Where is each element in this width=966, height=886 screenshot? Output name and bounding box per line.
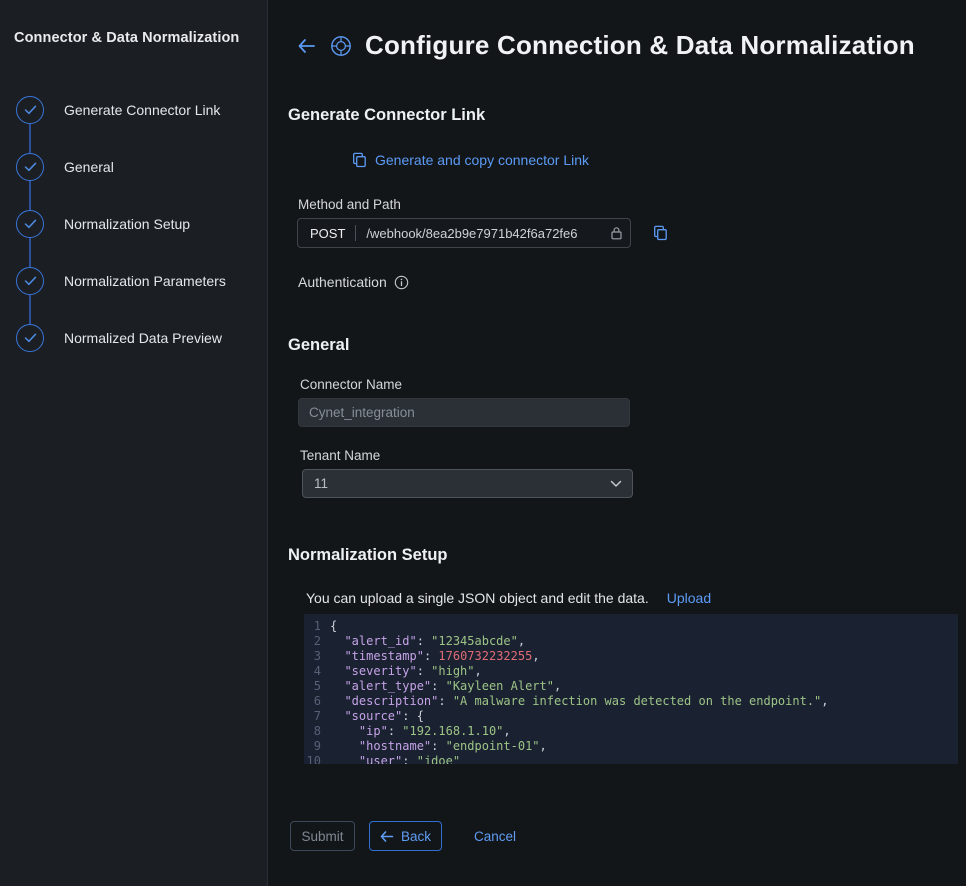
step-label: Normalized Data Preview: [64, 330, 222, 346]
sidebar-title: Connector & Data Normalization: [14, 30, 253, 46]
info-icon[interactable]: [394, 275, 409, 290]
back-arrow-icon[interactable]: [297, 38, 317, 54]
stepper-step[interactable]: Normalization Parameters: [16, 267, 253, 324]
step-check-icon: [16, 210, 44, 238]
code-line: 9 "hostname": "endpoint-01",: [304, 739, 958, 754]
submit-button[interactable]: Submit: [290, 821, 355, 851]
section-heading-generate-connector-link: Generate Connector Link: [288, 106, 966, 125]
webhook-path: /webhook/8ea2b9e7971b42f6a72fe6: [366, 226, 609, 241]
step-check-icon: [16, 324, 44, 352]
code-line: 6 "description": "A malware infection wa…: [304, 694, 958, 709]
line-number: 3: [304, 649, 330, 664]
stepper-step[interactable]: General: [16, 153, 253, 210]
tenant-name-select[interactable]: 11: [302, 469, 633, 498]
step-label: Generate Connector Link: [64, 102, 220, 118]
page-title: Configure Connection & Data Normalizatio…: [365, 30, 915, 61]
line-number: 6: [304, 694, 330, 709]
back-button-arrow-icon: [380, 831, 394, 842]
code-line: 4 "severity": "high",: [304, 664, 958, 679]
footer-buttons: Submit Back Cancel: [290, 821, 966, 851]
chevron-down-icon: [610, 480, 622, 488]
page-header: Configure Connection & Data Normalizatio…: [297, 30, 966, 61]
line-number: 9: [304, 739, 330, 754]
http-method: POST: [310, 226, 345, 241]
back-button-label: Back: [401, 829, 431, 844]
upload-link[interactable]: Upload: [667, 590, 711, 606]
line-number: 7: [304, 709, 330, 724]
line-number: 5: [304, 679, 330, 694]
section-heading-general: General: [288, 336, 966, 355]
line-number: 8: [304, 724, 330, 739]
authentication-row: Authentication: [298, 274, 966, 290]
app-window: Connector & Data Normalization Generate …: [0, 0, 966, 886]
connector-name-input[interactable]: [298, 398, 630, 427]
stepper-step[interactable]: Normalized Data Preview: [16, 324, 253, 352]
stepper-step[interactable]: Generate Connector Link: [16, 96, 253, 153]
line-number: 10: [304, 754, 330, 764]
tenant-name-value: 11: [314, 476, 328, 491]
lock-icon: [611, 226, 622, 240]
step-label: Normalization Setup: [64, 216, 190, 232]
line-number: 4: [304, 664, 330, 679]
upload-hint: You can upload a single JSON object and …: [306, 590, 649, 606]
code-line: 2 "alert_id": "12345abcde",: [304, 634, 958, 649]
cancel-button[interactable]: Cancel: [466, 821, 524, 851]
connector-icon: [330, 35, 352, 57]
generate-copy-connector-link[interactable]: Generate and copy connector Link: [352, 152, 589, 168]
method-path-field[interactable]: POST /webhook/8ea2b9e7971b42f6a72fe6: [297, 218, 631, 248]
copy-icon: [352, 152, 367, 168]
step-check-icon: [16, 153, 44, 181]
line-number: 2: [304, 634, 330, 649]
stepper-step[interactable]: Normalization Setup: [16, 210, 253, 267]
section-heading-normalization-setup: Normalization Setup: [288, 546, 966, 565]
code-line: 7 "source": {: [304, 709, 958, 724]
generate-copy-connector-link-label: Generate and copy connector Link: [375, 152, 589, 168]
sidebar: Connector & Data Normalization Generate …: [0, 0, 268, 886]
method-path-row: POST /webhook/8ea2b9e7971b42f6a72fe6: [297, 218, 966, 248]
json-editor[interactable]: 1{2 "alert_id": "12345abcde",3 "timestam…: [304, 614, 958, 764]
step-check-icon: [16, 267, 44, 295]
method-and-path-label: Method and Path: [298, 197, 966, 212]
stepper: Generate Connector Link General Normalizat…: [14, 96, 253, 352]
field-divider: [355, 225, 356, 241]
copy-path-icon[interactable]: [653, 225, 668, 241]
code-line: 10 "user": "jdoe": [304, 754, 958, 764]
back-button[interactable]: Back: [369, 821, 442, 851]
step-label: Normalization Parameters: [64, 273, 226, 289]
upload-row: You can upload a single JSON object and …: [306, 590, 966, 606]
code-line: 8 "ip": "192.168.1.10",: [304, 724, 958, 739]
line-number: 1: [304, 619, 330, 634]
code-line: 1{: [304, 619, 958, 634]
code-line: 3 "timestamp": 1760732232255,: [304, 649, 958, 664]
connector-name-label: Connector Name: [300, 377, 966, 392]
code-line: 5 "alert_type": "Kayleen Alert",: [304, 679, 958, 694]
tenant-name-label: Tenant Name: [300, 448, 966, 463]
step-label: General: [64, 159, 114, 175]
step-check-icon: [16, 96, 44, 124]
main-panel: Configure Connection & Data Normalizatio…: [268, 0, 966, 886]
authentication-label: Authentication: [298, 274, 387, 290]
